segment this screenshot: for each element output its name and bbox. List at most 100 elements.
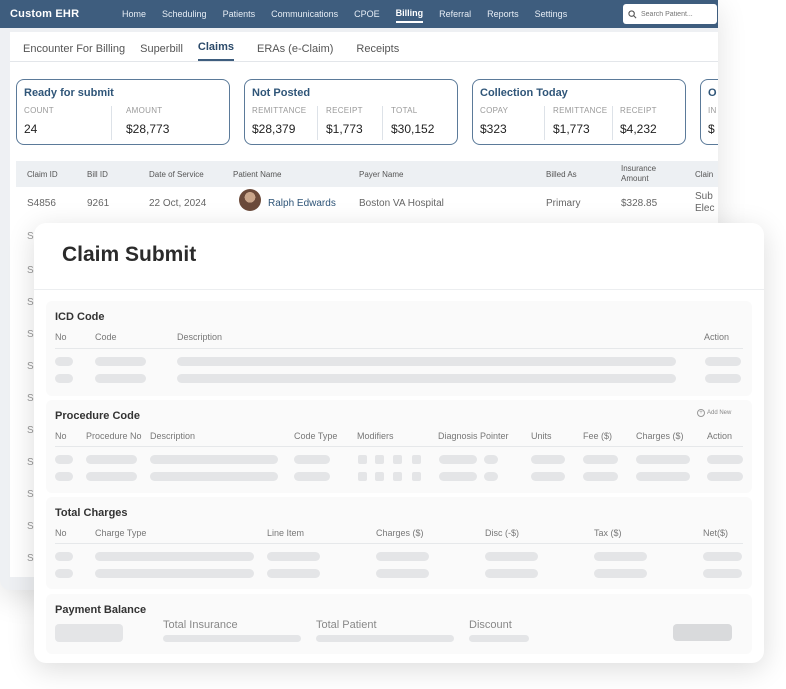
total-col: TOTAL $30,152 [391, 106, 434, 142]
total-patient-label: Total Patient [316, 619, 377, 631]
col-charge-type: Charge Type [95, 528, 147, 538]
tab-eras[interactable]: ERAs (e-Claim) [257, 43, 333, 61]
col-fee: Fee ($) [583, 431, 613, 441]
col-modifiers: Modifiers [357, 431, 394, 441]
divider [544, 106, 545, 140]
skeleton [267, 569, 320, 578]
skeleton [316, 635, 454, 642]
nav-communications[interactable]: Communications [271, 6, 338, 22]
nav-scheduling[interactable]: Scheduling [162, 6, 207, 22]
col-patient-name[interactable]: Patient Name [233, 170, 281, 179]
skeleton [376, 569, 429, 578]
col-procedure-no: Procedure No [86, 431, 142, 441]
col-bill-id[interactable]: Bill ID [87, 170, 108, 179]
skeleton [583, 472, 618, 481]
skeleton [55, 552, 73, 561]
nav-cpoe[interactable]: CPOE [354, 6, 380, 22]
add-new-label: Add New [707, 410, 732, 416]
skeleton [412, 455, 421, 464]
receipt-col: RECEIPT $1,773 [326, 106, 363, 142]
amount-value: $28,773 [126, 122, 170, 136]
skeleton [705, 374, 741, 383]
receipt-value: $4,232 [620, 122, 657, 136]
skeleton [412, 472, 421, 481]
ghost-row-id: S [27, 297, 34, 308]
nav-billing[interactable]: Billing [395, 5, 424, 23]
copay-value: $323 [480, 122, 507, 136]
patient-name-cell[interactable]: Ralph Edwards [268, 198, 336, 209]
tab-claims[interactable]: Claims [197, 41, 234, 61]
col-charges: Charges ($) [636, 431, 684, 441]
skeleton [55, 455, 73, 464]
tab-encounter-for-billing[interactable]: Encounter For Billing [23, 43, 125, 61]
status-cell-line2: Elec [695, 203, 715, 214]
partial-label: IN [708, 106, 717, 115]
ghost-row-id: S [27, 553, 34, 564]
nav-home[interactable]: Home [122, 6, 146, 22]
col-line-item: Line Item [267, 528, 305, 538]
nav-patients[interactable]: Patients [223, 6, 256, 22]
nav-reports[interactable]: Reports [487, 6, 519, 22]
add-new-button[interactable]: + Add New [697, 409, 731, 417]
claim-submit-modal: Claim Submit ICD Code No Code Descriptio… [34, 223, 764, 663]
amount-label: AMOUNT [126, 106, 163, 115]
col-code: Code [95, 332, 117, 342]
card-not-posted[interactable]: Not Posted REMITTANCE $28,379 RECEIPT $1… [244, 79, 458, 145]
tab-superbill[interactable]: Superbill [140, 43, 183, 61]
card-collection-today[interactable]: Collection Today COPAY $323 REMITTANCE $… [472, 79, 686, 145]
table-row[interactable]: S4856 9261 22 Oct, 2024 Ralph Edwards Bo… [16, 189, 718, 218]
skeleton [294, 472, 330, 481]
skeleton [55, 357, 73, 366]
divider [612, 106, 613, 140]
tab-receipts[interactable]: Receipts [356, 43, 399, 61]
divider [55, 348, 743, 349]
col-insurance-amount[interactable]: Insurance Amount [621, 164, 665, 184]
skeleton [484, 455, 498, 464]
col-claim-status[interactable]: Clain [695, 170, 713, 179]
copay-label: COPAY [480, 106, 509, 115]
card-ready-for-submit[interactable]: Ready for submit COUNT 24 AMOUNT $28,773 [16, 79, 230, 145]
main-nav: Home Scheduling Patients Communications … [122, 5, 583, 23]
col-payer-name[interactable]: Payer Name [359, 170, 403, 179]
remittance-value: $1,773 [553, 122, 590, 136]
nav-settings[interactable]: Settings [535, 6, 568, 22]
skeleton [358, 472, 367, 481]
col-net: Net($) [703, 528, 729, 538]
search-icon [628, 9, 637, 18]
bill-id-cell: 9261 [87, 198, 110, 209]
col-description: Description [177, 332, 223, 342]
col-claim-id[interactable]: Claim ID [27, 170, 58, 179]
skeleton [55, 374, 73, 383]
claim-id-cell: S4856 [27, 198, 56, 209]
section-title: Payment Balance [55, 604, 147, 616]
skeleton [376, 552, 429, 561]
nav-referral[interactable]: Referral [439, 6, 471, 22]
card-title: Ready for submit [24, 87, 114, 99]
skeleton [703, 569, 742, 578]
avatar [239, 189, 261, 211]
card-title: Not Posted [252, 87, 311, 99]
skeleton [594, 552, 647, 561]
divider [55, 446, 743, 447]
col-billed-as[interactable]: Billed As [546, 170, 577, 179]
col-diagnosis-pointer: Diagnosis Pointer [438, 431, 509, 441]
icd-code-section: ICD Code No Code Description Action [46, 301, 752, 396]
remittance-label: REMITTANCE [252, 106, 307, 115]
col-date-of-service[interactable]: Date of Service [149, 170, 204, 179]
col-no: No [55, 528, 67, 538]
section-title: Procedure Code [55, 410, 140, 422]
search-input[interactable] [641, 10, 711, 18]
col-action: Action [704, 332, 730, 342]
skeleton [163, 635, 301, 642]
receipt-label: RECEIPT [620, 106, 657, 115]
col-action: Action [707, 431, 733, 441]
skeleton [705, 357, 741, 366]
patient-search-box[interactable] [623, 4, 717, 24]
card-partial[interactable]: O IN $ [700, 79, 718, 145]
skeleton [484, 472, 498, 481]
app-logo: Custom EHR [10, 8, 80, 20]
ghost-row-id: S [27, 425, 34, 436]
submit-button[interactable] [673, 624, 732, 641]
card-title: O [708, 87, 717, 99]
skeleton [531, 472, 565, 481]
